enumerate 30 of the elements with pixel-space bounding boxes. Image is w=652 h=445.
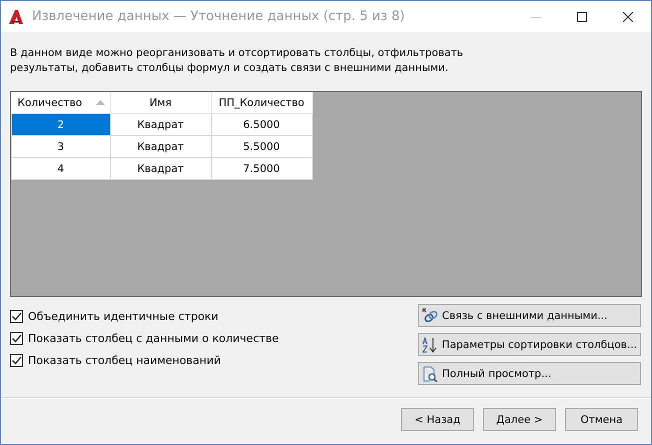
window-title: Извлечение данных — Уточнение данных (стр. 5 из 8) bbox=[32, 9, 406, 24]
table-cell[interactable]: 3 bbox=[12, 136, 110, 158]
sort-arrow-icon bbox=[96, 100, 104, 105]
table-cell[interactable]: Квадрат bbox=[110, 158, 211, 180]
checkbox[interactable] bbox=[10, 332, 23, 345]
option-label: Показать столбец наименований bbox=[28, 354, 221, 367]
table-cell[interactable]: 4 bbox=[12, 158, 110, 180]
description-text: В данном виде можно реорганизовать и отсортировать столбцы, отфильтровать результаты, добавить столбцы формул и создать связи с внешними данными. bbox=[10, 46, 464, 76]
dialog-button[interactable]: Отмена bbox=[565, 408, 638, 431]
table-cell[interactable]: 5.5000 bbox=[211, 136, 312, 158]
table-cell[interactable]: Квадрат bbox=[110, 114, 211, 136]
dialog-button[interactable]: < Назад bbox=[401, 408, 474, 431]
action-button[interactable]: Параметры сортировки столбцов... bbox=[418, 333, 641, 356]
table-cell[interactable]: 7.5000 bbox=[211, 158, 312, 180]
link-icon bbox=[422, 308, 438, 324]
column-header[interactable]: Имя bbox=[110, 92, 211, 114]
app-logo-icon bbox=[8, 8, 24, 24]
checkbox[interactable] bbox=[10, 310, 23, 323]
preview-icon bbox=[422, 366, 438, 382]
action-button[interactable]: Полный просмотр... bbox=[418, 362, 641, 385]
action-button[interactable]: Связь с внешними данными... bbox=[418, 304, 641, 327]
option-label: Объединить идентичные строки bbox=[28, 310, 218, 323]
checkbox[interactable] bbox=[10, 354, 23, 367]
sort-icon bbox=[422, 336, 438, 352]
table-cell[interactable]: 2 bbox=[12, 114, 110, 136]
table-cell[interactable]: Квадрат bbox=[110, 136, 211, 158]
column-header[interactable]: ПП_Количество bbox=[211, 92, 312, 114]
table-cell[interactable]: 6.5000 bbox=[211, 114, 312, 136]
option-label: Показать столбец с данными о количестве bbox=[28, 332, 279, 345]
dialog-button[interactable]: Далее > bbox=[483, 408, 556, 431]
